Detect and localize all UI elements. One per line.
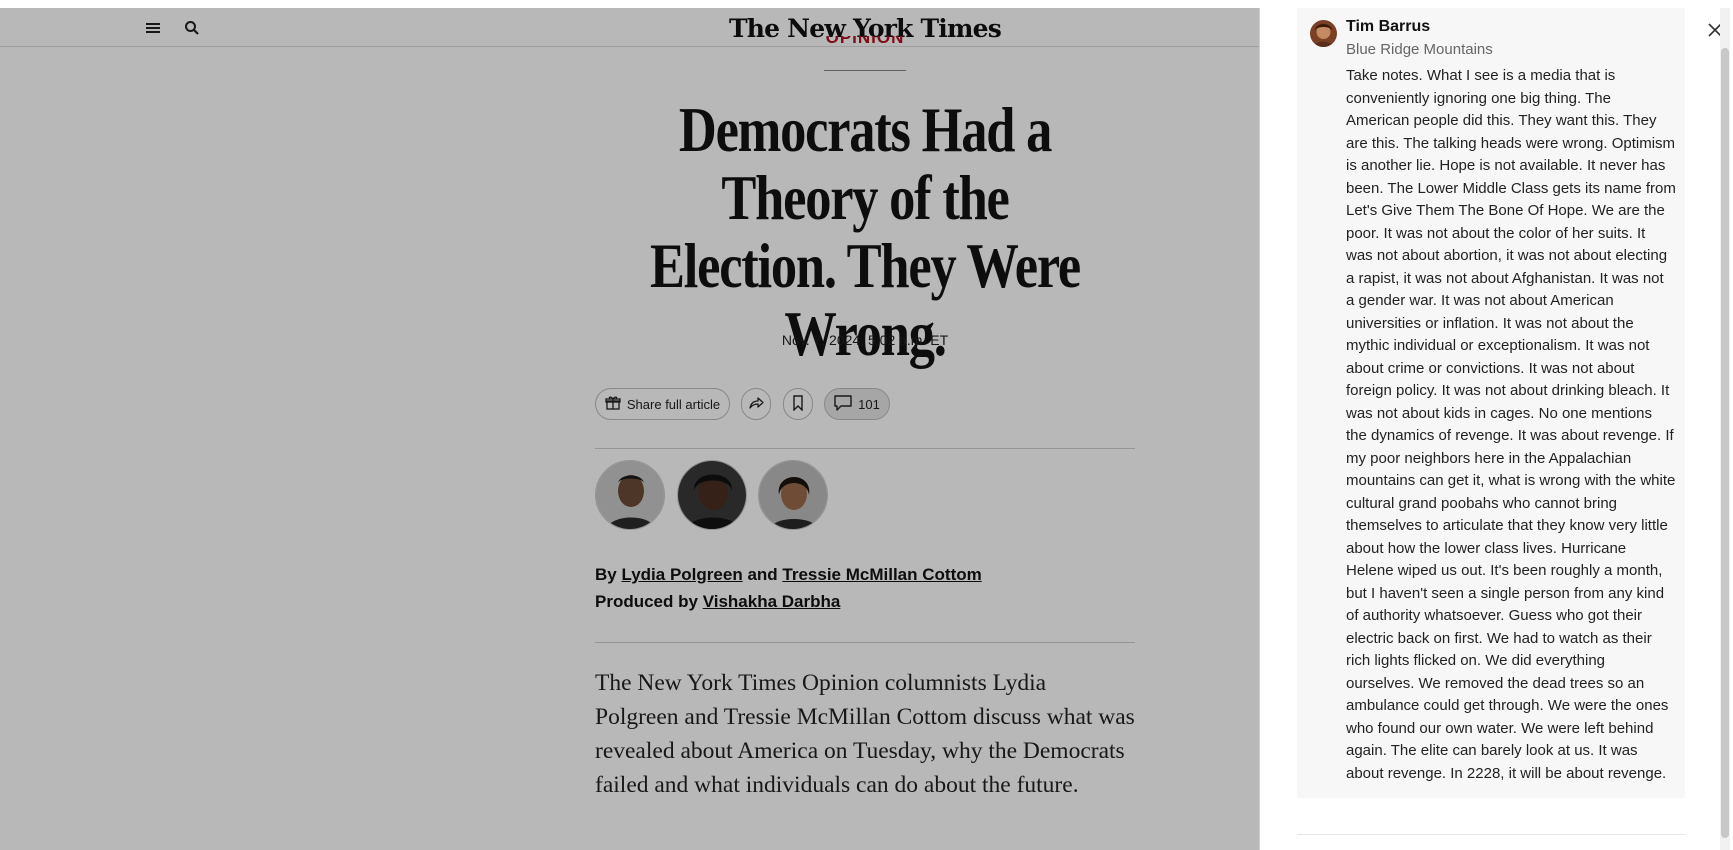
hamburger-menu-icon[interactable] <box>141 16 165 40</box>
author-photo-lydia-polgreen[interactable] <box>595 460 665 530</box>
gift-icon <box>605 395 621 414</box>
article-dateline: Nov. 7, 2024, 5:02 a.m. ET <box>781 332 949 348</box>
save-bookmark-button[interactable] <box>783 388 813 420</box>
commenter-avatar <box>1310 20 1337 47</box>
author-photo-vishakha-darbha[interactable] <box>758 460 828 530</box>
share-full-article-button[interactable]: Share full article <box>595 388 730 420</box>
comment-panel: Tim Barrus Blue Ridge Mountains Take not… <box>1259 8 1733 850</box>
comments-button[interactable]: 101 <box>824 388 890 420</box>
share-button[interactable] <box>741 388 771 420</box>
panel-scrollbar[interactable] <box>1720 8 1730 850</box>
comment-count: 101 <box>858 396 880 412</box>
comment-body: Take notes. What I see is a media that i… <box>1346 67 1676 782</box>
byline: By Lydia Polgreen and Tressie McMillan C… <box>595 561 1135 615</box>
share-arrow-icon <box>748 396 764 413</box>
article-summary: The New York Times Opinion columnists Ly… <box>595 670 1135 798</box>
search-icon[interactable] <box>180 16 204 40</box>
author-photo-tressie-mcmillan-cottom[interactable] <box>677 460 747 530</box>
section-divider <box>824 70 906 71</box>
comment-bubble-icon <box>834 394 852 414</box>
author-link-tressie-mcmillan-cottom[interactable]: Tressie McMillan Cottom <box>782 565 981 584</box>
commenter-name: Tim Barrus <box>1346 18 1431 35</box>
top-navigation-bar: The New York Times <box>0 8 1259 47</box>
share-full-article-label: Share full article <box>626 396 721 412</box>
scrollbar-thumb[interactable] <box>1721 48 1729 838</box>
producer-prefix: Produced by <box>595 592 698 611</box>
article-headline: Democrats Had a Theory of the Election. … <box>650 94 1081 369</box>
commenter-location: Blue Ridge Mountains <box>1346 41 1493 58</box>
author-link-lydia-polgreen[interactable]: Lydia Polgreen <box>621 565 742 584</box>
divider <box>1297 834 1685 835</box>
byline-producer: Produced by Vishakha Darbha <box>595 588 1135 615</box>
divider <box>595 448 1135 449</box>
divider <box>595 642 1135 643</box>
byline-authors: By Lydia Polgreen and Tressie McMillan C… <box>595 561 1135 588</box>
article-page: The New York Times OPINION Democrats Had… <box>0 8 1259 850</box>
byline-prefix: By <box>595 565 617 584</box>
byline-and: and <box>747 565 778 584</box>
producer-link-vishakha-darbha[interactable]: Vishakha Darbha <box>703 592 841 611</box>
bookmark-icon <box>792 394 804 414</box>
section-label[interactable]: OPINION <box>820 36 910 50</box>
